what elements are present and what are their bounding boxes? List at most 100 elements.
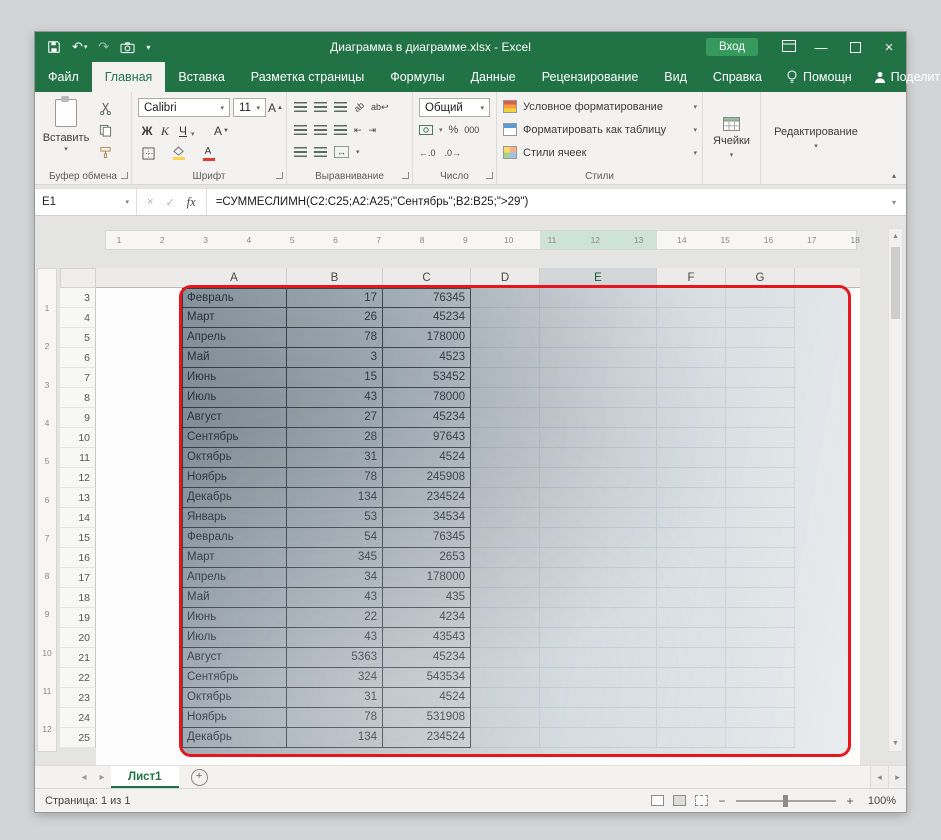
cells-button[interactable]: Ячейки ▾ — [703, 92, 760, 184]
maximize-button[interactable] — [838, 32, 872, 62]
row-header-21[interactable]: 21 — [60, 648, 96, 668]
undo-icon[interactable]: ↶▾ — [72, 32, 87, 62]
ribbon-tab-8[interactable]: Справка — [700, 62, 775, 92]
formula-input[interactable]: =СУММЕСЛИМН(C2:C25;A2:A25;"Сентябрь";B2:… — [207, 196, 882, 208]
ribbon-tab-5[interactable]: Данные — [458, 62, 529, 92]
scroll-up-icon[interactable]: ▲ — [889, 229, 902, 244]
dialog-launcher-icon[interactable] — [486, 172, 493, 179]
decrease-decimal-icon[interactable]: .0→ — [445, 148, 462, 158]
ribbon-tab-4[interactable]: Формулы — [377, 62, 457, 92]
vertical-scrollbar[interactable]: ▲ ▼ — [888, 228, 903, 752]
row-header-10[interactable]: 10 — [60, 428, 96, 448]
dialog-launcher-icon[interactable] — [402, 172, 409, 179]
wrap-text-icon[interactable]: ab↩ — [371, 102, 389, 113]
increase-decimal-icon[interactable]: ←.0 — [419, 148, 436, 158]
align-bottom-icon[interactable] — [334, 102, 347, 112]
font-color-button[interactable]: А — [200, 144, 216, 162]
row-header-16[interactable]: 16 — [60, 548, 96, 568]
cancel-icon[interactable]: × — [147, 196, 153, 208]
ribbon-tab-6[interactable]: Рецензирование — [529, 62, 652, 92]
row-header-6[interactable]: 6 — [60, 348, 96, 368]
number-format-combo[interactable]: Общий▾ — [419, 98, 490, 117]
zoom-slider[interactable] — [736, 800, 836, 802]
row-header-14[interactable]: 14 — [60, 508, 96, 528]
minimize-button[interactable]: — — [804, 32, 838, 62]
percent-style-icon[interactable]: % — [449, 124, 459, 136]
row-header-19[interactable]: 19 — [60, 608, 96, 628]
font-name-combo[interactable]: Calibri▾ — [138, 98, 230, 117]
customize-qat-icon[interactable]: ▾ — [146, 32, 150, 62]
dialog-launcher-icon[interactable] — [121, 172, 128, 179]
scroll-right-icon[interactable]: ▸ — [888, 766, 906, 788]
ribbon-tab-0[interactable]: Файл — [35, 62, 92, 92]
camera-icon[interactable] — [120, 32, 135, 62]
ribbon-tab-1[interactable]: Главная — [92, 62, 166, 92]
font-size-combo[interactable]: 11▾ — [233, 98, 266, 117]
align-top-icon[interactable] — [294, 102, 307, 112]
bold-button[interactable]: Ж — [140, 122, 154, 140]
redo-icon[interactable]: ↷ — [98, 32, 109, 62]
share-button[interactable]: Поделиться — [863, 70, 941, 84]
row-header-24[interactable]: 24 — [60, 708, 96, 728]
dialog-launcher-icon[interactable] — [276, 172, 283, 179]
increase-indent-icon[interactable]: ⇥ — [369, 125, 377, 136]
styles-button-1[interactable]: Форматировать как таблицу▾ — [503, 120, 697, 139]
row-header-17[interactable]: 17 — [60, 568, 96, 588]
row-header-7[interactable]: 7 — [60, 368, 96, 388]
collapse-ribbon-icon[interactable]: ▴ — [892, 171, 896, 180]
previous-sheet-icon[interactable]: ◂ — [75, 766, 93, 788]
zoom-level[interactable]: 100% — [864, 795, 896, 807]
row-header-3[interactable]: 3 — [60, 288, 96, 308]
orientation-icon[interactable]: ab — [352, 100, 366, 114]
cut-button[interactable] — [95, 99, 115, 117]
scrollbar-thumb[interactable] — [891, 247, 900, 319]
row-header-5[interactable]: 5 — [60, 328, 96, 348]
editing-button[interactable]: Редактирование ▾ — [761, 92, 871, 184]
row-header-23[interactable]: 23 — [60, 688, 96, 708]
row-header-15[interactable]: 15 — [60, 528, 96, 548]
row-header-9[interactable]: 9 — [60, 408, 96, 428]
row-header-11[interactable]: 11 — [60, 448, 96, 468]
normal-view-icon[interactable] — [651, 795, 664, 806]
format-painter-button[interactable] — [95, 143, 115, 161]
row-header-12[interactable]: 12 — [60, 468, 96, 488]
insert-function-icon[interactable]: fx — [187, 195, 196, 210]
accounting-format-icon[interactable] — [419, 125, 433, 135]
ribbon-display-options-icon[interactable] — [774, 40, 804, 55]
help-assistant-button[interactable]: Помощн — [775, 70, 863, 84]
justify-icon[interactable] — [294, 147, 307, 157]
align-middle-icon[interactable] — [314, 102, 327, 112]
align-right-icon[interactable] — [334, 125, 347, 135]
row-header-4[interactable]: 4 — [60, 308, 96, 328]
name-box[interactable]: E1 ▾ — [35, 189, 137, 215]
grow-font-button[interactable]: А▲ — [268, 99, 283, 117]
close-button[interactable]: × — [872, 32, 906, 62]
shrink-font-button[interactable]: А▼ — [214, 122, 229, 140]
save-icon[interactable] — [47, 32, 61, 62]
align-center-icon[interactable] — [314, 125, 327, 135]
decrease-indent-icon[interactable]: ⇤ — [354, 125, 362, 136]
underline-button[interactable]: Ч — [176, 122, 190, 140]
borders-button[interactable] — [140, 144, 156, 162]
fill-color-button[interactable] — [170, 144, 186, 162]
italic-button[interactable]: К — [158, 122, 172, 140]
expand-formula-bar-icon[interactable]: ▾ — [882, 198, 906, 207]
zoom-slider-thumb[interactable] — [783, 795, 788, 807]
page-layout-view-icon[interactable] — [673, 795, 686, 806]
next-sheet-icon[interactable]: ▸ — [93, 766, 111, 788]
ribbon-tab-7[interactable]: Вид — [651, 62, 700, 92]
ribbon-tab-3[interactable]: Разметка страницы — [238, 62, 377, 92]
zoom-out-icon[interactable]: − — [717, 794, 727, 808]
select-all-corner[interactable] — [60, 268, 96, 288]
merge-center-icon[interactable]: ↔ — [334, 146, 349, 158]
row-header-8[interactable]: 8 — [60, 388, 96, 408]
new-sheet-button[interactable]: + — [191, 769, 208, 786]
zoom-in-icon[interactable]: + — [845, 794, 855, 808]
chevron-down-icon[interactable]: ▾ — [191, 125, 195, 143]
scroll-left-icon[interactable]: ◂ — [870, 766, 888, 788]
row-header-20[interactable]: 20 — [60, 628, 96, 648]
row-header-22[interactable]: 22 — [60, 668, 96, 688]
scroll-down-icon[interactable]: ▼ — [889, 736, 902, 751]
row-header-18[interactable]: 18 — [60, 588, 96, 608]
styles-button-0[interactable]: Условное форматирование▾ — [503, 97, 697, 116]
